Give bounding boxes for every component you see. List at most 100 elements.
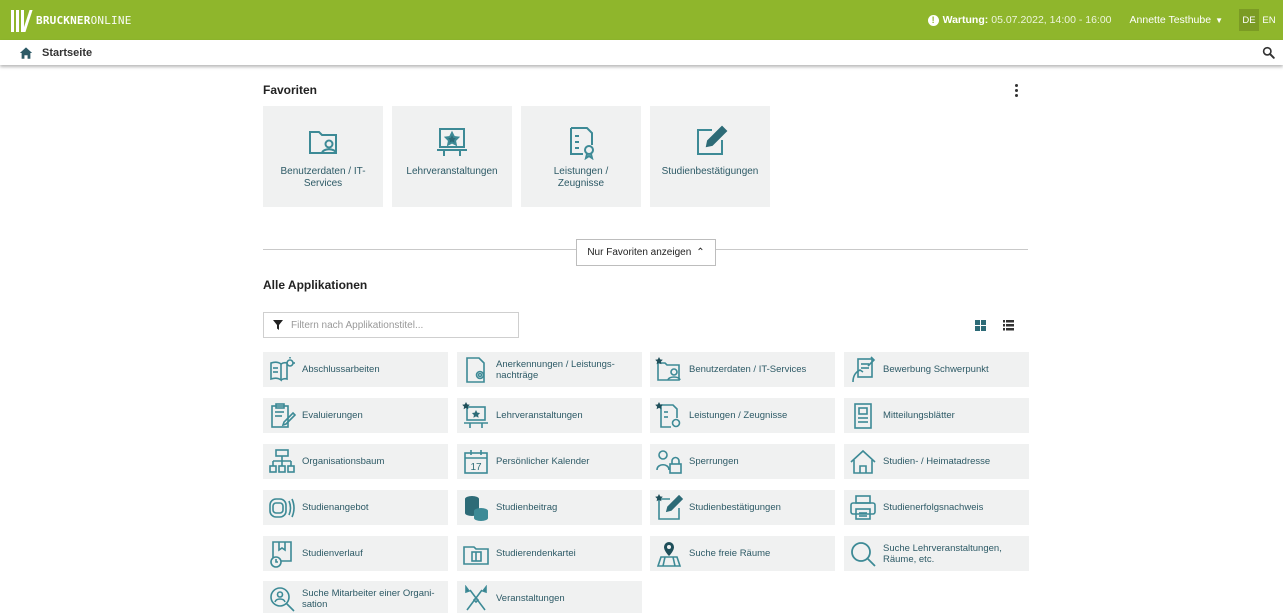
app-tile[interactable]: Bewerbung Schwerpunkt bbox=[844, 352, 1029, 387]
recognition-icon bbox=[466, 356, 485, 383]
svg-text:17: 17 bbox=[470, 462, 482, 473]
app-tile[interactable]: Lehrveranstaltungen bbox=[457, 398, 642, 433]
app-tile[interactable]: Studienerfolgsnachweis bbox=[844, 490, 1029, 525]
info-icon: ! bbox=[927, 14, 939, 26]
user-name: Annette Testhube bbox=[1129, 14, 1212, 26]
edit-document-icon bbox=[655, 493, 683, 520]
app-tile[interactable]: Studien- / Heimatadresse bbox=[844, 444, 1029, 479]
user-menu[interactable]: Annette Testhube ▼ bbox=[1130, 14, 1223, 26]
app-tile[interactable]: Evaluierungen bbox=[263, 398, 448, 433]
app-label: Leistungen / Zeugnisse bbox=[689, 410, 788, 421]
app-tile[interactable]: Suche Lehrveranstaltungen, Räume, etc. bbox=[844, 536, 1029, 571]
breadcrumb-home[interactable]: Startseite bbox=[42, 47, 92, 59]
app-label: Studienangebot bbox=[302, 502, 369, 513]
favorite-label: Benutzerdaten / IT-Services bbox=[280, 166, 366, 189]
app-label: Suche Lehrveranstaltungen, Räume, etc. bbox=[883, 542, 1002, 565]
app-label: Studienverlauf bbox=[302, 548, 363, 559]
breadcrumb-bar: Startseite bbox=[0, 40, 1283, 65]
app-label: Organisationsbaum bbox=[302, 456, 385, 467]
app-label: Bewerbung Schwerpunkt bbox=[883, 364, 989, 375]
home-address-icon bbox=[850, 449, 876, 474]
app-tile[interactable]: Suche freie Räume bbox=[650, 536, 835, 571]
search-icon[interactable] bbox=[1262, 46, 1275, 59]
favorite-label: Studienbestätigungen bbox=[661, 166, 759, 177]
more-options-icon[interactable] bbox=[1011, 82, 1021, 98]
app-tile[interactable]: Anerkennungen / Leistungs-nachträge bbox=[457, 352, 642, 387]
filter-input[interactable] bbox=[291, 319, 501, 331]
maintenance-notice: ! Wartung: 05.07.2022, 14:00 - 16:00 bbox=[927, 14, 1112, 26]
favorite-card[interactable]: Benutzerdaten / IT-Services bbox=[263, 106, 383, 207]
app-tile[interactable]: 17 Persönlicher Kalender bbox=[457, 444, 642, 479]
app-label: Suche freie Räume bbox=[689, 548, 771, 559]
certificate-list-icon bbox=[655, 401, 681, 428]
evaluation-icon bbox=[271, 402, 296, 428]
app-tile[interactable]: Studienbestätigungen bbox=[650, 490, 835, 525]
app-tile[interactable]: Leistungen / Zeugnisse bbox=[650, 398, 835, 433]
logo-icon bbox=[11, 8, 33, 32]
app-label: Evaluierungen bbox=[302, 410, 363, 421]
lang-en-button[interactable]: EN bbox=[1259, 9, 1279, 31]
favorite-label: Leistungen / Zeugnisse bbox=[553, 166, 609, 189]
staff-search-icon bbox=[270, 586, 295, 612]
app-tile[interactable]: Sperrungen bbox=[650, 444, 835, 479]
all-apps-title: Alle Applikationen bbox=[263, 278, 368, 292]
app-label: Suche Mitarbeiter einer Organi-sation bbox=[302, 587, 435, 610]
list-view-icon[interactable] bbox=[1003, 320, 1014, 331]
study-offer-icon bbox=[269, 497, 295, 518]
maintenance-label: Wartung: bbox=[942, 14, 989, 26]
app-tile[interactable]: Abschlussarbeiten bbox=[263, 352, 448, 387]
top-bar: BRUCKNERONLINE ! Wartung: 05.07.2022, 14… bbox=[0, 0, 1283, 40]
app-label: Lehrveranstaltungen bbox=[496, 410, 583, 421]
filter-icon bbox=[273, 320, 283, 330]
app-label: Persönlicher Kalender bbox=[496, 456, 590, 467]
thesis-icon bbox=[270, 356, 295, 382]
app-tile[interactable]: Studierendenkartei bbox=[457, 536, 642, 571]
home-icon[interactable] bbox=[19, 46, 33, 60]
app-tile[interactable]: Benutzerdaten / IT-Services bbox=[650, 352, 835, 387]
app-label: Studierendenkartei bbox=[496, 548, 576, 559]
brand-logo-link[interactable]: BRUCKNERONLINE bbox=[0, 0, 132, 40]
certificate-list-icon bbox=[570, 127, 594, 160]
app-label: Veranstaltungen bbox=[496, 593, 565, 604]
grid-view-icon[interactable] bbox=[975, 320, 986, 331]
app-tile[interactable]: Studienangebot bbox=[263, 490, 448, 525]
lock-user-icon bbox=[656, 449, 682, 474]
app-tile[interactable]: Suche Mitarbeiter einer Organi-sation bbox=[263, 581, 448, 613]
favorite-card[interactable]: Studienbestätigungen bbox=[650, 106, 770, 207]
app-label: Anerkennungen / Leistungs-nachträge bbox=[496, 358, 615, 381]
calendar-icon: 17 bbox=[464, 449, 488, 474]
app-tile[interactable]: Studienbeitrag bbox=[457, 490, 642, 525]
caret-down-icon: ▼ bbox=[1215, 15, 1223, 25]
favorite-card[interactable]: Lehrveranstaltungen bbox=[392, 106, 512, 207]
app-label: Mitteilungsblätter bbox=[883, 410, 955, 421]
study-progress-icon bbox=[270, 540, 292, 568]
edit-document-icon bbox=[697, 125, 728, 155]
user-folder-icon bbox=[655, 356, 681, 381]
favorite-card[interactable]: Leistungen / Zeugnisse bbox=[521, 106, 641, 207]
app-tile[interactable]: Mitteilungsblätter bbox=[844, 398, 1029, 433]
app-label: Studienbeitrag bbox=[496, 502, 558, 513]
app-tile[interactable]: Organisationsbaum bbox=[263, 444, 448, 479]
brand-name: BRUCKNERONLINE bbox=[36, 13, 132, 27]
card-file-icon bbox=[463, 545, 489, 565]
app-label: Studien- / Heimatadresse bbox=[883, 456, 991, 467]
room-search-icon bbox=[656, 541, 682, 567]
app-filter[interactable] bbox=[263, 312, 519, 338]
app-label: Studienerfolgsnachweis bbox=[883, 502, 984, 513]
lecture-board-icon bbox=[462, 401, 488, 428]
favorite-label: Lehrveranstaltungen bbox=[406, 166, 498, 177]
printer-icon bbox=[850, 494, 876, 520]
user-folder-icon bbox=[309, 131, 337, 154]
application-icon bbox=[852, 355, 876, 382]
org-tree-icon bbox=[269, 448, 295, 473]
fee-coins-icon bbox=[465, 495, 488, 521]
app-tile[interactable]: Studienverlauf bbox=[263, 536, 448, 571]
app-tile[interactable]: Veranstaltungen bbox=[457, 581, 642, 613]
show-favorites-only-button[interactable]: Nur Favoriten anzeigen ⌃ bbox=[576, 239, 716, 266]
lecture-board-icon bbox=[437, 128, 467, 156]
app-label: Sperrungen bbox=[689, 456, 739, 467]
app-label: Benutzerdaten / IT-Services bbox=[689, 364, 807, 375]
app-label: Studienbestätigungen bbox=[689, 502, 781, 513]
lang-de-button[interactable]: DE bbox=[1239, 9, 1259, 31]
chevron-up-icon: ⌃ bbox=[696, 247, 705, 258]
